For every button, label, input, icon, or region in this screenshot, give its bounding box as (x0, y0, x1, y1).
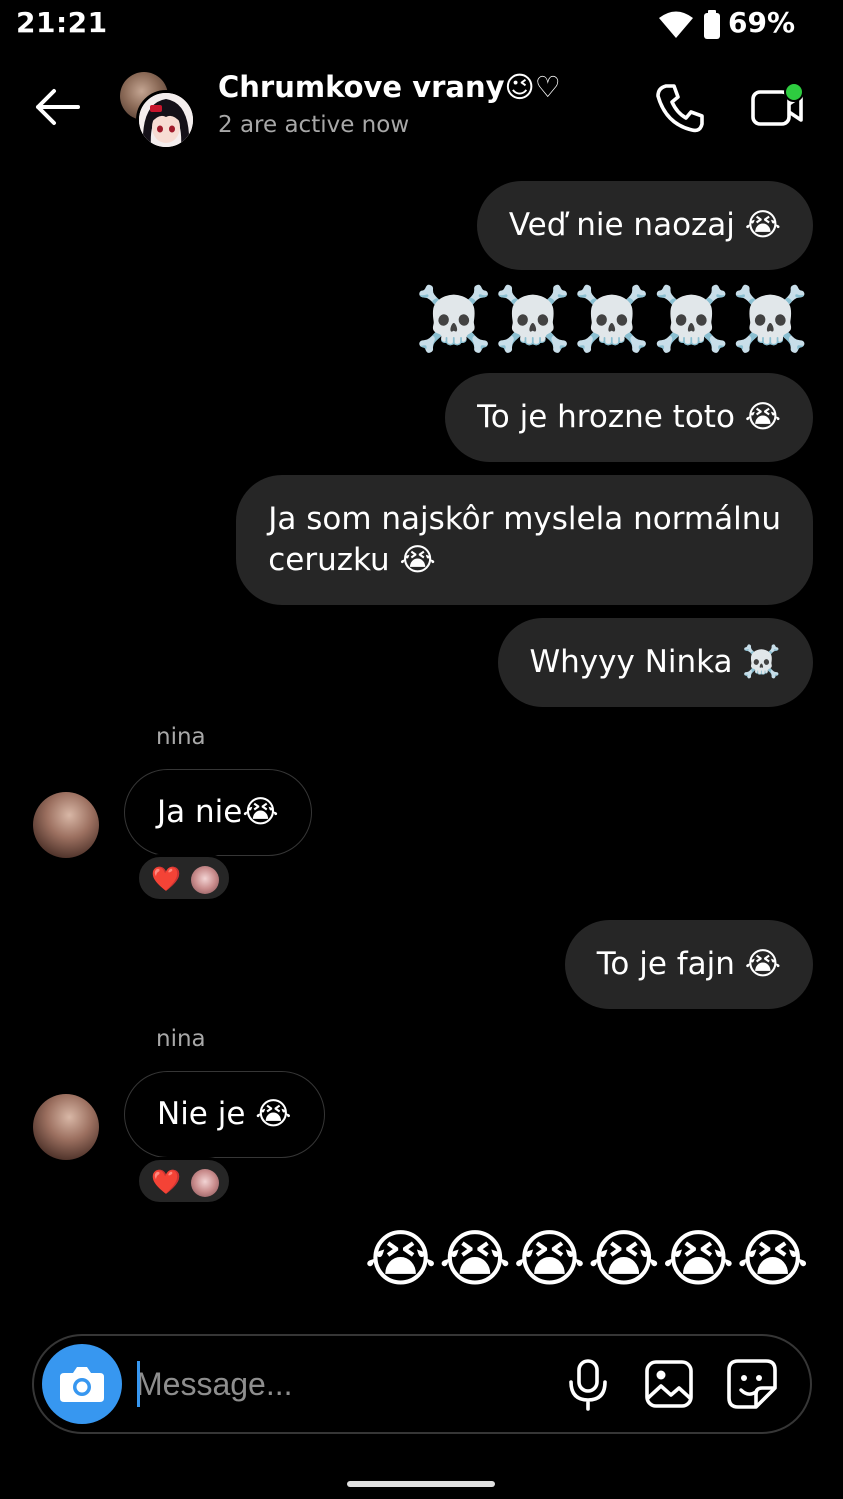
group-member-avatar-2 (136, 90, 196, 150)
message-outgoing[interactable]: Ja som najskôr myslela normálnu ceruzku … (236, 475, 813, 605)
wifi-icon (659, 11, 693, 38)
message-line: Ja som najskôr myslela normálnu (268, 501, 781, 537)
reactor-avatar (191, 1169, 219, 1197)
status-bar: 21:21 69% (0, 0, 843, 50)
message-outgoing[interactable]: To je fajn 😭 (564, 920, 813, 1009)
camera-icon (60, 1367, 104, 1402)
anime-avatar-icon (139, 93, 193, 147)
sticker-icon[interactable] (726, 1358, 778, 1410)
active-status: 2 are active now (218, 112, 410, 138)
heart-reaction: ❤️ (151, 1168, 181, 1196)
group-avatar[interactable] (120, 72, 196, 150)
message-line: ceruzku 😭 (268, 542, 436, 578)
message-reaction[interactable]: ❤️ (136, 1157, 232, 1205)
message-outgoing[interactable]: Whyyy Ninka ☠️ (497, 618, 813, 707)
chat-title[interactable]: Chrumkove vrany😉♡ (218, 70, 561, 104)
home-indicator[interactable] (347, 1481, 495, 1487)
message-input[interactable] (136, 1360, 536, 1408)
status-time: 21:21 (16, 6, 108, 39)
sender-avatar[interactable] (33, 792, 99, 858)
phone-icon[interactable] (652, 80, 708, 136)
microphone-icon[interactable] (566, 1358, 610, 1412)
gallery-icon[interactable] (644, 1358, 694, 1410)
sender-name: nina (156, 1026, 206, 1052)
message-emoji-skulls[interactable]: ☠️☠️☠️☠️☠️ (415, 284, 811, 354)
message-incoming[interactable]: Nie je 😭 (124, 1071, 325, 1158)
battery-icon (704, 10, 720, 39)
heart-reaction: ❤️ (151, 865, 181, 893)
battery-percentage: 69% (728, 6, 796, 39)
back-arrow-icon[interactable] (30, 80, 84, 134)
message-outgoing[interactable]: Veď nie naozaj 😭 (476, 181, 813, 270)
video-icon (751, 82, 804, 126)
message-incoming[interactable]: Ja nie😭 (124, 769, 312, 856)
online-indicator (784, 82, 804, 102)
sender-name: nina (156, 724, 206, 750)
camera-button[interactable] (42, 1344, 122, 1424)
video-call-button[interactable] (748, 80, 808, 136)
text-caret (137, 1361, 140, 1407)
message-emoji-crying[interactable]: 😭😭😭😭😭😭 (364, 1224, 811, 1294)
message-reaction[interactable]: ❤️ (136, 854, 232, 902)
reactor-avatar (191, 866, 219, 894)
message-outgoing[interactable]: To je hrozne toto 😭 (445, 373, 813, 462)
sender-avatar[interactable] (33, 1094, 99, 1160)
